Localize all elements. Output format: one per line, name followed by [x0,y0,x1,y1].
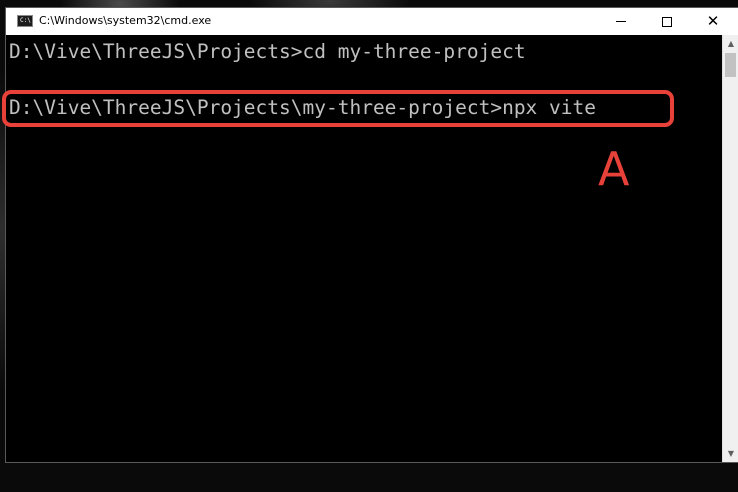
highlight-annotation-box [2,90,674,127]
window-title: C:\Windows\system32\cmd.exe [39,14,212,27]
minimize-icon [616,21,626,22]
cmd-window: C:\ C:\Windows\system32\cmd.exe ✕ D:\Viv… [2,7,738,463]
cmd-app-icon[interactable]: C:\ [17,15,33,27]
maximize-icon [662,16,672,27]
maximize-button[interactable] [644,8,690,35]
scroll-thumb[interactable] [725,53,736,77]
console-output[interactable]: D:\Vive\ThreeJS\Projects>cd my-three-pro… [2,35,722,462]
minimize-button[interactable] [598,8,644,35]
close-icon: ✕ [706,12,720,30]
scroll-up-icon[interactable]: ▲ [723,35,738,52]
close-button[interactable]: ✕ [690,8,736,35]
scroll-down-icon[interactable]: ▼ [723,445,738,462]
console-line-cd: D:\Vive\ThreeJS\Projects>cd my-three-pro… [9,40,526,63]
title-bar[interactable]: C:\ C:\Windows\system32\cmd.exe ✕ [6,8,738,35]
app-icon-text: C:\ [20,17,31,24]
vertical-scrollbar[interactable]: ▲ ▼ [722,35,738,462]
annotation-label: A [598,142,630,196]
